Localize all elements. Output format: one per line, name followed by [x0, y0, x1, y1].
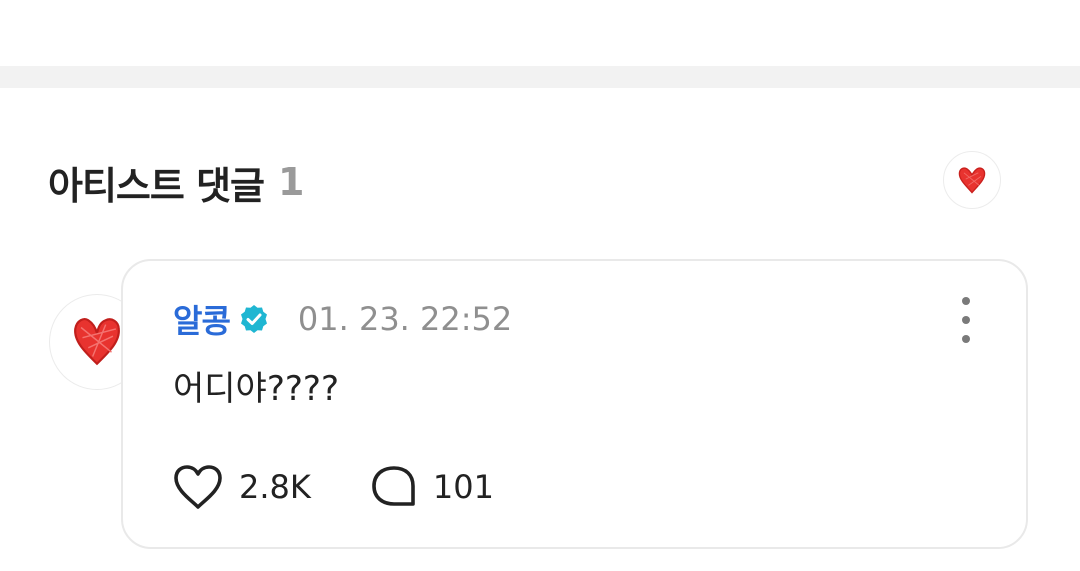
more-options-button[interactable] [954, 297, 978, 343]
more-vertical-icon [962, 297, 970, 305]
heart-outline-icon [174, 465, 222, 509]
heart-scribble-icon [958, 167, 986, 194]
comment-actions: 2.8K 101 [171, 459, 494, 515]
speech-bubble-icon [372, 466, 415, 506]
reply-button[interactable]: 101 [369, 463, 494, 511]
comment-count: 1 [278, 160, 304, 204]
section-header: 아티스트 댓글 1 [48, 154, 304, 210]
author-name[interactable]: 알콩 [173, 296, 231, 342]
verified-check-icon [240, 305, 267, 333]
section-title: 아티스트 댓글 [48, 163, 265, 208]
like-count: 2.8K [239, 468, 311, 506]
heart-scribble-icon [74, 318, 120, 366]
comment-text: 어디야???? [173, 369, 340, 409]
like-button[interactable]: 2.8K [171, 463, 311, 511]
section-divider [0, 66, 1080, 88]
comment-card: 알콩 01. 23. 22:52 어디야???? 2.8K 101 [121, 259, 1028, 549]
artist-filter-button[interactable] [943, 151, 1001, 209]
comment-timestamp: 01. 23. 22:52 [297, 300, 513, 338]
comment-meta: 알콩 01. 23. 22:52 [173, 296, 513, 342]
reply-count: 101 [432, 468, 494, 506]
